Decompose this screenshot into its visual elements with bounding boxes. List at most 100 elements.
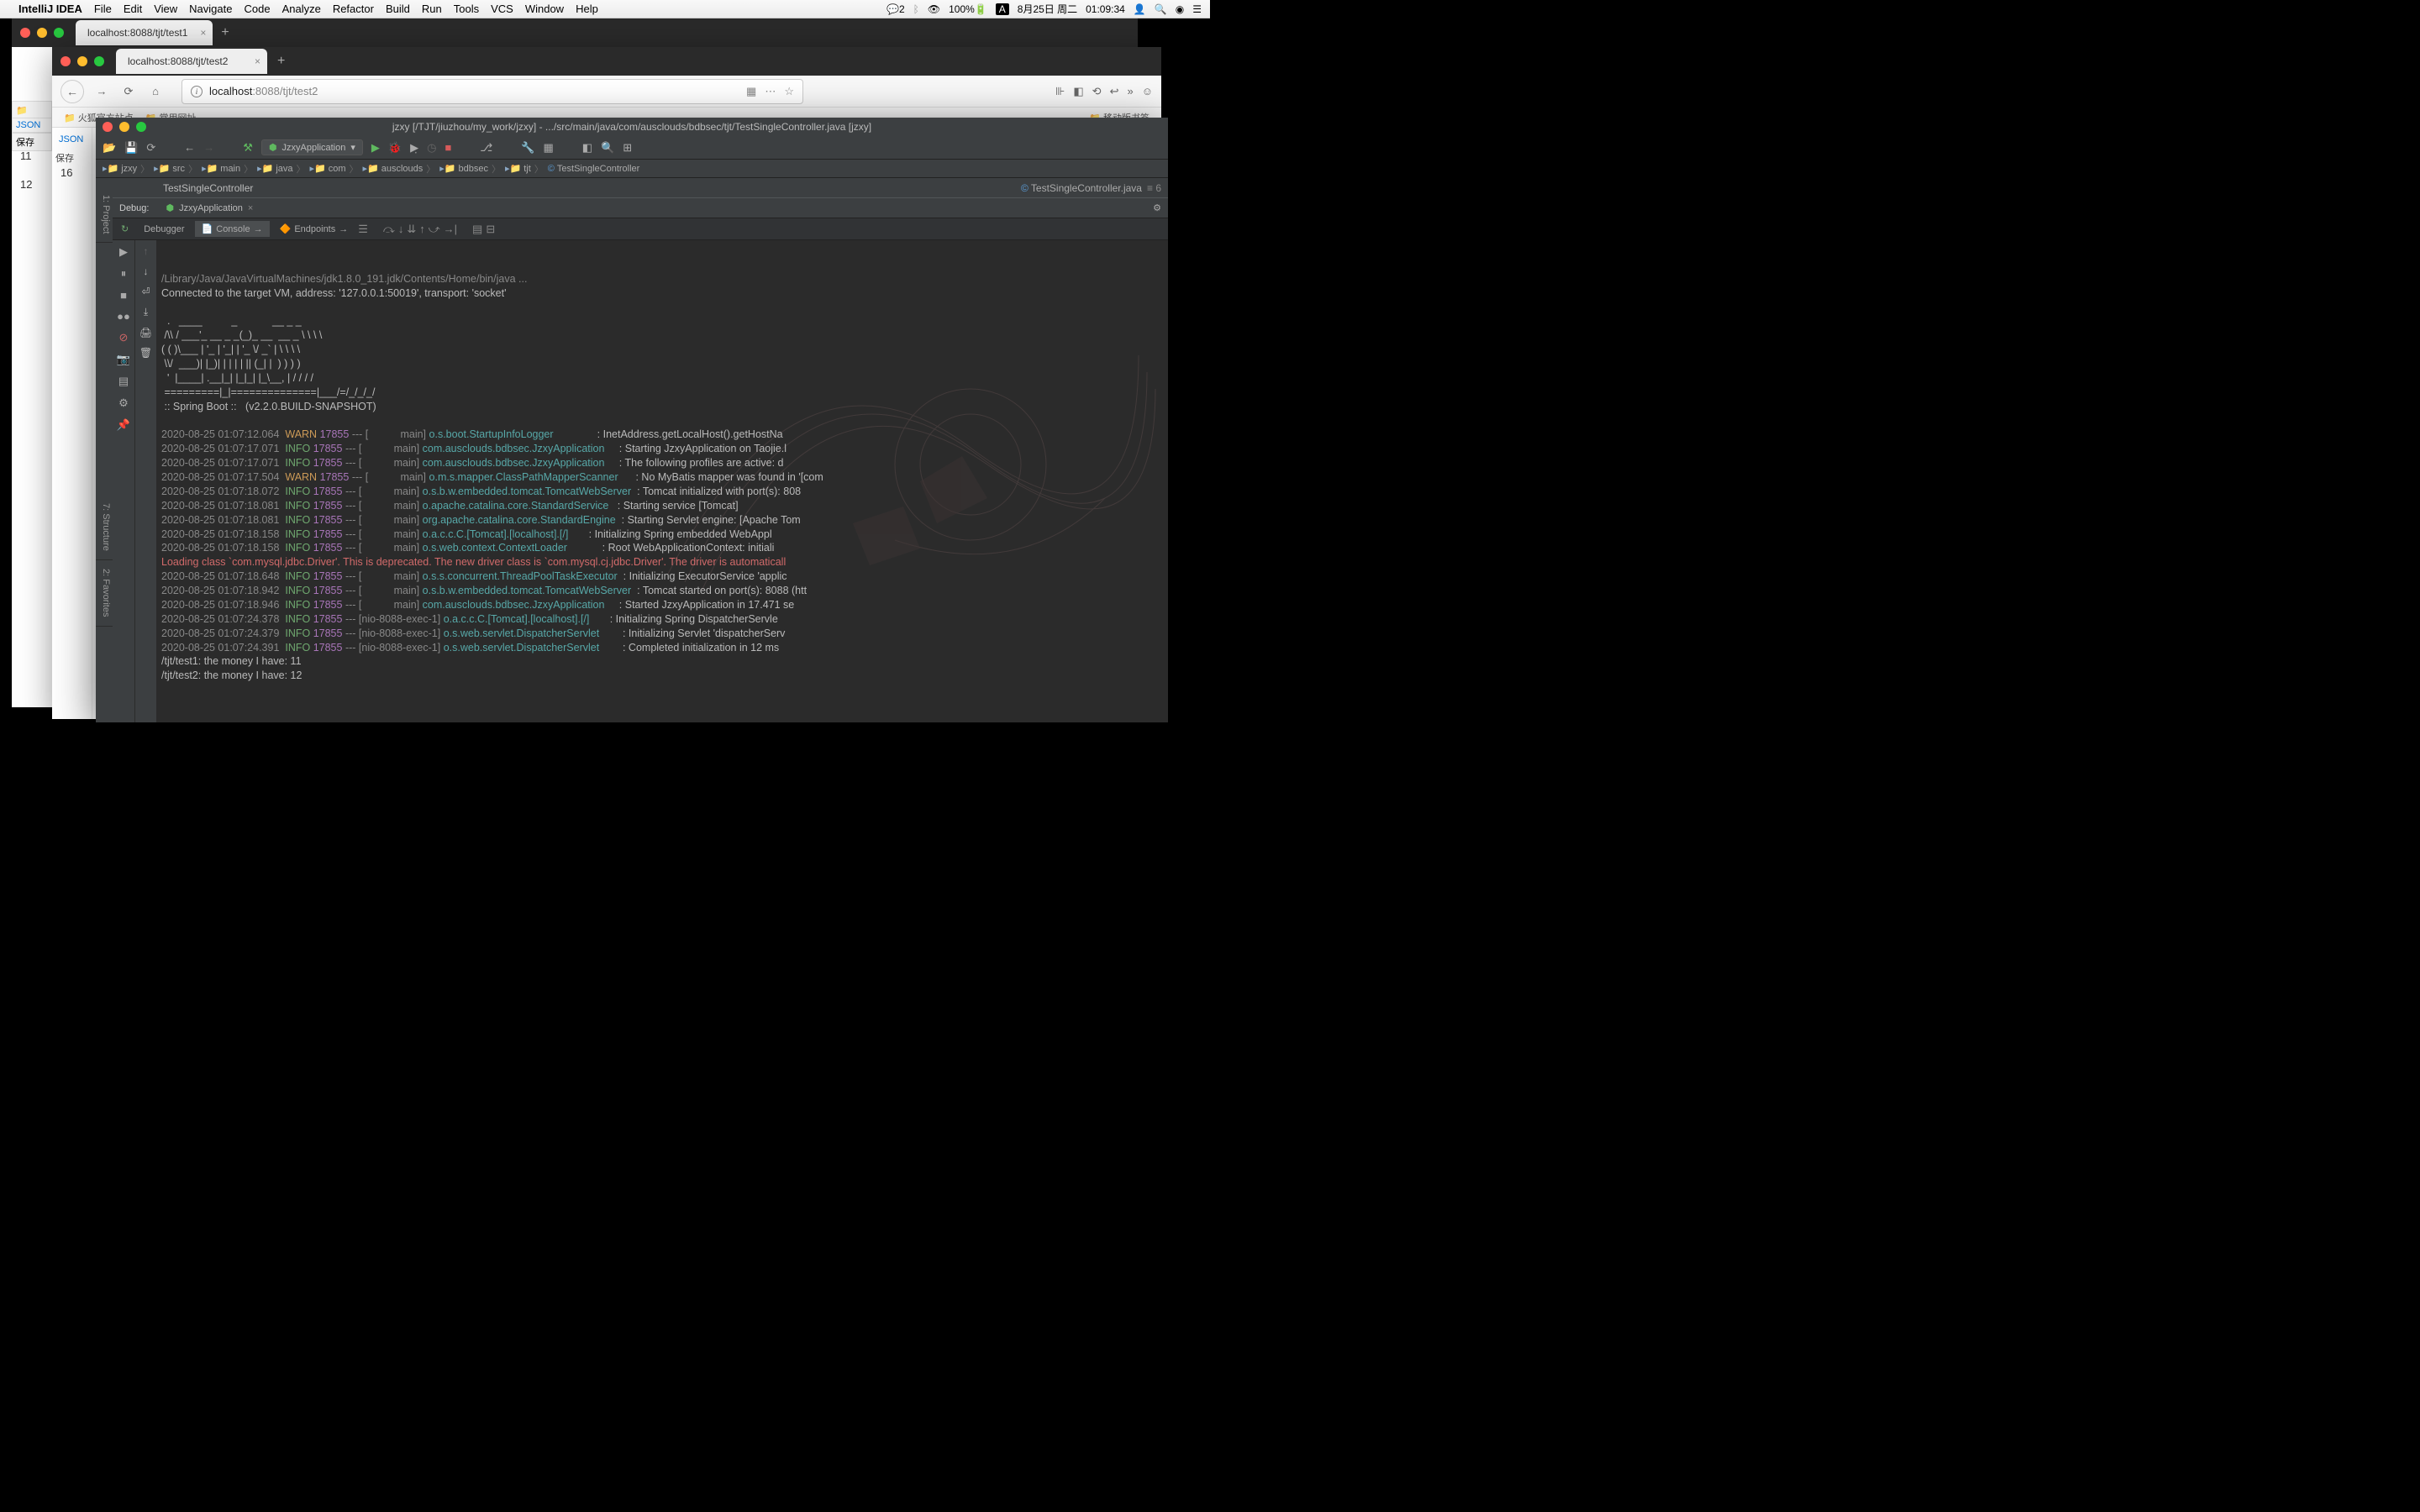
siri-icon[interactable]: ◉ xyxy=(1176,3,1184,15)
breadcrumb-item[interactable]: 〉▸📁 main xyxy=(187,162,240,176)
meatballs-icon[interactable]: ⋯ xyxy=(765,85,776,98)
down-icon[interactable]: ↓ xyxy=(144,265,149,277)
close-icon[interactable] xyxy=(20,28,30,38)
menu-run[interactable]: Run xyxy=(422,3,442,15)
open-icon[interactable]: 📂 xyxy=(103,141,116,155)
search-icon[interactable]: 🔍 xyxy=(601,141,614,155)
close-icon[interactable] xyxy=(60,56,71,66)
menu-vcs[interactable]: VCS xyxy=(491,3,513,15)
settings-icon[interactable]: ⚙ xyxy=(118,396,129,410)
stop-icon[interactable]: ■ xyxy=(445,141,451,154)
close-tab-icon[interactable]: × xyxy=(255,55,260,67)
trace-icon[interactable]: ⊟ xyxy=(486,223,495,236)
sync-icon[interactable]: ⟲ xyxy=(1092,85,1102,98)
save-label[interactable]: 保存 xyxy=(12,133,52,151)
profile-icon[interactable]: ◷ xyxy=(427,141,436,155)
snapshot-icon[interactable]: 📷 xyxy=(117,353,130,366)
run-to-cursor-icon[interactable]: →| xyxy=(444,223,457,235)
input-method[interactable]: A xyxy=(996,3,1009,15)
debugger-tab[interactable]: Debugger xyxy=(137,222,191,237)
site-info-icon[interactable]: i xyxy=(191,86,203,97)
back-button[interactable]: ← xyxy=(60,80,84,103)
git-icon[interactable]: ⎇ xyxy=(480,141,492,155)
bluetooth-icon[interactable]: ᛒ xyxy=(913,3,919,15)
rerun-icon[interactable]: ↻ xyxy=(116,223,134,234)
minimize-icon[interactable] xyxy=(37,28,47,38)
resume-icon[interactable]: ▶ xyxy=(119,245,128,259)
breadcrumb-item[interactable]: 〉▸📁 src xyxy=(139,162,185,176)
breadcrumb-item[interactable]: 〉▸📁 ausclouds xyxy=(348,162,424,176)
scroll-icon[interactable]: ⤓ xyxy=(144,306,148,318)
save-all-icon[interactable]: 💾 xyxy=(124,141,138,155)
step-into-icon[interactable]: ↓ xyxy=(398,223,404,235)
breadcrumb-item[interactable]: 〉▸📁 tjt xyxy=(490,162,531,176)
step-out-icon[interactable]: ↑ xyxy=(419,223,425,235)
traffic-lights[interactable] xyxy=(60,56,104,66)
close-tab-icon[interactable]: × xyxy=(200,27,206,39)
breadcrumb-item[interactable]: 〉▸📁 java xyxy=(242,162,292,176)
battery-status[interactable]: 100% 🔋 xyxy=(949,3,987,15)
print-icon[interactable]: 🖨 xyxy=(139,327,152,339)
sync-icon[interactable]: ⟳ xyxy=(146,141,155,155)
bookmark-star-icon[interactable]: ☆ xyxy=(784,85,794,98)
menu-help[interactable]: Help xyxy=(576,3,598,15)
app-name[interactable]: IntelliJ IDEA xyxy=(18,3,82,15)
maximize-icon[interactable] xyxy=(54,28,64,38)
minimize-icon[interactable] xyxy=(77,56,87,66)
run-icon[interactable]: ▶ xyxy=(371,141,380,155)
traffic-lights[interactable] xyxy=(20,28,64,38)
qr-icon[interactable]: ▦ xyxy=(746,85,756,98)
chevrons-icon[interactable]: » xyxy=(1127,85,1133,97)
file-tab[interactable]: © TestSingleController.java xyxy=(1021,182,1142,194)
account-icon[interactable]: ☺ xyxy=(1142,85,1153,97)
wechat-icon[interactable]: 💬 2 xyxy=(886,3,905,15)
pin-icon[interactable]: 📌 xyxy=(117,418,130,432)
coverage-icon[interactable]: ▶̣ xyxy=(410,141,418,155)
forward-icon[interactable]: → xyxy=(203,141,214,154)
reply-icon[interactable]: ↩ xyxy=(1110,85,1119,98)
debug-icon[interactable]: 🐞 xyxy=(388,141,402,155)
date[interactable]: 8月25日 周二 xyxy=(1018,2,1077,16)
new-tab-icon[interactable]: + xyxy=(277,54,285,69)
evaluate-icon[interactable]: ▤ xyxy=(472,223,482,236)
minimize-icon[interactable] xyxy=(119,122,129,132)
user-icon[interactable]: 👤 xyxy=(1134,3,1146,15)
menu-code[interactable]: Code xyxy=(244,3,270,15)
mute-icon[interactable]: ⊘ xyxy=(119,331,129,344)
menu-navigate[interactable]: Navigate xyxy=(189,3,232,15)
menu-analyze[interactable]: Analyze xyxy=(282,3,321,15)
traffic-lights[interactable] xyxy=(103,122,146,132)
menu-edit[interactable]: Edit xyxy=(124,3,142,15)
breadcrumb-item[interactable]: 〉▸📁 com xyxy=(295,162,346,176)
forward-button[interactable]: → xyxy=(92,85,111,97)
spotlight-icon[interactable]: 🔍 xyxy=(1155,3,1167,15)
favorites-tool[interactable]: 2: Favorites xyxy=(96,560,113,626)
pause-icon[interactable]: ⏸ xyxy=(121,267,127,281)
force-step-icon[interactable]: ⇊ xyxy=(407,223,416,236)
home-button[interactable]: ⌂ xyxy=(146,85,165,97)
menu-tools[interactable]: Tools xyxy=(454,3,479,15)
console-tab[interactable]: 📄 Console → xyxy=(195,221,270,237)
console-output[interactable]: /Library/Java/JavaVirtualMachines/jdk1.8… xyxy=(156,240,1168,722)
back-icon[interactable]: ← xyxy=(184,141,195,154)
json-button[interactable]: JSON xyxy=(55,131,88,148)
structure-icon[interactable]: ▦ xyxy=(543,141,553,155)
build-icon[interactable]: ⚒ xyxy=(243,141,253,155)
url-bar[interactable]: i localhost:8088/tjt/test2 ▦ ⋯ ☆ xyxy=(182,79,803,104)
up-icon[interactable]: ↑ xyxy=(144,245,149,257)
threads-icon[interactable]: ☰ xyxy=(358,223,368,236)
browser-tab[interactable]: localhost:8088/tjt/test1 × xyxy=(76,20,213,45)
settings-icon[interactable]: 🔧 xyxy=(521,141,534,155)
clear-icon[interactable]: 🗑 xyxy=(139,347,152,359)
maximize-icon[interactable] xyxy=(136,122,146,132)
menu-file[interactable]: File xyxy=(94,3,112,15)
menu-view[interactable]: View xyxy=(154,3,177,15)
structure-tool[interactable]: 7: Structure xyxy=(96,495,113,560)
breakpoints-icon[interactable]: ●● xyxy=(117,310,130,323)
library-icon[interactable]: ⊪ xyxy=(1055,85,1065,98)
eye-icon[interactable]: 👁 xyxy=(928,3,940,15)
new-tab-icon[interactable]: + xyxy=(221,25,229,40)
breadcrumb-item[interactable]: 〉▸📁 bdbsec xyxy=(424,162,488,176)
maximize-icon[interactable] xyxy=(94,56,104,66)
debug-session-tab[interactable]: ⬢JzxyApplication× xyxy=(157,202,261,213)
